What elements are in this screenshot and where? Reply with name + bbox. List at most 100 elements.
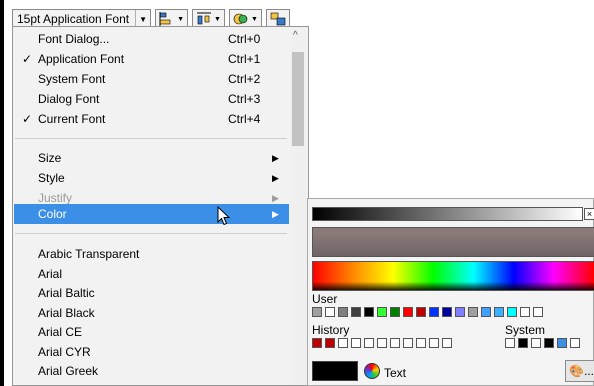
color-swatch[interactable] [416, 338, 426, 348]
distribute-objects-icon [197, 12, 212, 25]
menu-item-label: Arabic Transparent [38, 247, 140, 261]
submenu-arrow-icon: ▶ [272, 173, 279, 183]
foreground-color-box[interactable] [312, 361, 358, 381]
color-swatch[interactable] [351, 307, 361, 317]
menu-item-current-font[interactable]: ✓ Current Font Ctrl+4 [13, 109, 289, 129]
menu-item-label: Arial [38, 266, 63, 281]
color-swatch[interactable] [338, 307, 348, 317]
menu-item-label: Arial Baltic [38, 286, 95, 300]
color-swatch[interactable] [570, 338, 580, 348]
system-colors-label: System [505, 323, 546, 337]
color-swatch[interactable] [544, 338, 554, 348]
color-swatch[interactable] [494, 307, 504, 317]
menu-item-application-font[interactable]: ✓ Application Font Ctrl+1 [13, 49, 289, 69]
color-swatch[interactable] [364, 338, 374, 348]
color-swatch[interactable] [520, 307, 530, 317]
more-colors-label: ... [583, 364, 594, 378]
menu-separator [15, 138, 287, 139]
scrollbar-thumb[interactable] [292, 52, 304, 146]
reorder-icon [233, 13, 248, 25]
color-swatch[interactable] [351, 338, 361, 348]
menu-item-font[interactable]: Arial Black [13, 303, 289, 323]
mouse-cursor-icon [217, 206, 231, 226]
color-swatch[interactable] [507, 307, 517, 317]
saturation-ramp[interactable] [312, 227, 594, 257]
menu-item-font[interactable]: Arial Baltic [13, 283, 289, 303]
menu-item-font[interactable]: Arial CYR [13, 342, 289, 362]
color-swatch[interactable] [338, 338, 348, 348]
text-color-label: Text [384, 366, 407, 380]
color-swatch[interactable] [557, 338, 567, 348]
submenu-arrow-icon: ▶ [272, 153, 279, 163]
menu-item-style[interactable]: Style ▶ [13, 168, 289, 188]
color-swatch[interactable] [533, 307, 543, 317]
menu-item-font[interactable]: Arial CE [13, 322, 289, 342]
color-swatch[interactable] [442, 338, 452, 348]
color-swatch[interactable] [377, 338, 387, 348]
close-icon[interactable]: × [584, 208, 594, 220]
menu-item-font[interactable]: Arial [13, 264, 289, 284]
menu-item-font[interactable]: Arabic Transparent [13, 244, 289, 264]
palette-icon: 🎨 [569, 364, 584, 378]
menu-item-label: Application Font [38, 52, 125, 66]
color-swatch[interactable] [325, 338, 335, 348]
menu-item-shortcut: Ctrl+0 [228, 32, 261, 46]
submenu-arrow-icon: ▶ [272, 209, 279, 219]
more-colors-button[interactable]: 🎨... [565, 360, 594, 382]
color-palette-popup: × User History System Text 🎨... [307, 198, 594, 386]
history-colors-label: History [312, 323, 350, 337]
align-objects-icon [159, 12, 171, 26]
menu-item-font-dialog[interactable]: Font Dialog... Ctrl+0 [13, 29, 289, 49]
color-swatch[interactable] [390, 307, 400, 317]
menu-item-shortcut: Ctrl+1 [228, 52, 261, 66]
menu-item-label: Style [38, 171, 65, 185]
color-swatch[interactable] [531, 338, 541, 348]
color-swatch[interactable] [429, 338, 439, 348]
color-swatch[interactable] [377, 307, 387, 317]
menu-item-label: Arial Narrow [38, 381, 104, 386]
color-swatch[interactable] [312, 307, 322, 317]
color-swatch[interactable] [518, 338, 528, 348]
user-color-swatches [312, 307, 546, 317]
menu-item-label: Color [38, 207, 67, 221]
color-swatch[interactable] [390, 338, 400, 348]
menu-item-label: Arial Greek [38, 364, 99, 378]
color-swatch[interactable] [455, 307, 465, 317]
menu-item-label: Font Dialog... [38, 32, 110, 46]
color-swatch[interactable] [429, 307, 439, 317]
menu-item-color[interactable]: Color ▶ [14, 204, 289, 224]
color-swatch[interactable] [364, 307, 374, 317]
menu-item-shortcut: Ctrl+4 [228, 112, 261, 126]
menu-item-system-font[interactable]: System Font Ctrl+2 [13, 69, 289, 89]
menu-item-font[interactable]: Arial Narrow [13, 381, 289, 386]
color-swatch[interactable] [416, 307, 426, 317]
color-wheel-icon[interactable] [364, 363, 380, 379]
chevron-down-icon: ▼ [177, 15, 185, 23]
grayscale-ramp[interactable] [312, 207, 583, 221]
color-swatch[interactable] [468, 307, 478, 317]
color-swatch[interactable] [403, 338, 413, 348]
menu-item-label: Arial Black [38, 305, 95, 320]
color-swatch[interactable] [312, 338, 322, 348]
app-frame: 15pt Application Font ▼ ▼ ▼ ▼ Font Dialo… [4, 0, 594, 386]
color-swatch[interactable] [403, 307, 413, 317]
checkmark-icon: ✓ [22, 52, 33, 66]
scroll-up-icon[interactable]: ^ [293, 30, 298, 41]
hue-spectrum[interactable] [312, 261, 594, 291]
menu-item-label: System Font [38, 72, 106, 86]
menu-item-label: Current Font [38, 112, 106, 126]
system-color-swatches [505, 338, 583, 348]
color-swatch[interactable] [505, 338, 515, 348]
history-color-swatches [312, 338, 455, 348]
font-combo-label: 15pt Application Font [17, 12, 130, 26]
color-swatch[interactable] [481, 307, 491, 317]
color-swatch[interactable] [442, 307, 452, 317]
checkmark-icon: ✓ [22, 112, 33, 126]
menu-scrollbar[interactable]: ^ [290, 28, 307, 385]
menu-item-font[interactable]: Arial Greek [13, 361, 289, 381]
menu-separator [15, 233, 287, 234]
color-swatch[interactable] [325, 307, 335, 317]
menu-item-dialog-font[interactable]: Dialog Font Ctrl+3 [13, 89, 289, 109]
font-menu: Font Dialog... Ctrl+0 ✓ Application Font… [12, 26, 309, 386]
menu-item-size[interactable]: Size ▶ [13, 148, 289, 168]
